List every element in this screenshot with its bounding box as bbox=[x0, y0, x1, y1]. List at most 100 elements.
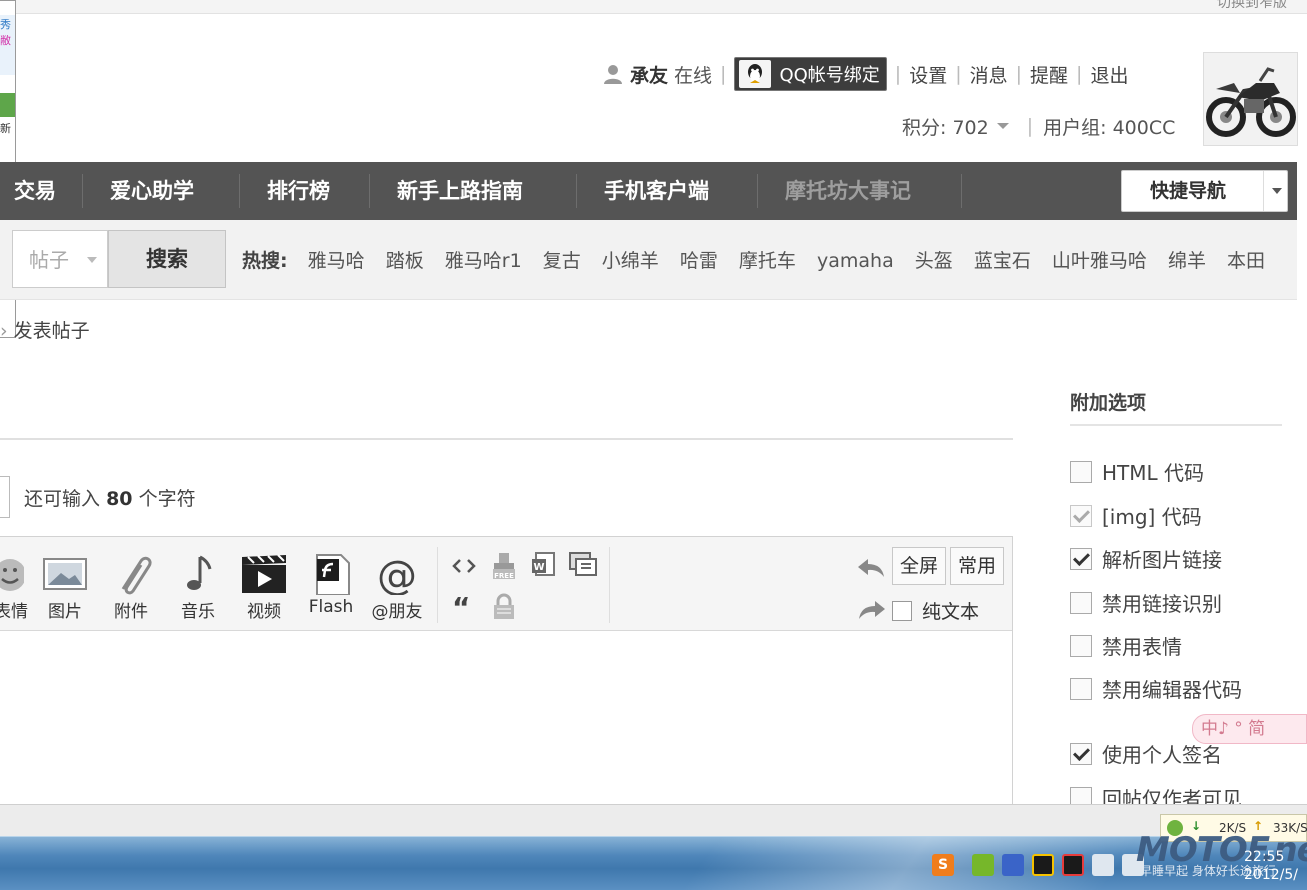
svg-text:FREE: FREE bbox=[494, 572, 514, 580]
option-checkbox[interactable] bbox=[1070, 787, 1092, 804]
hide-icon[interactable] bbox=[491, 593, 517, 619]
option-checkbox[interactable] bbox=[1070, 743, 1092, 765]
redo-icon[interactable] bbox=[857, 597, 885, 623]
option-label: 使用个人签名 bbox=[1102, 743, 1222, 767]
hot-search-item[interactable]: 哈雷 bbox=[680, 250, 718, 272]
hot-search-label: 热搜: bbox=[242, 250, 288, 272]
flash-label: Flash bbox=[308, 597, 354, 617]
common-button[interactable]: 常用 bbox=[950, 547, 1004, 585]
attachment-label: 附件 bbox=[114, 602, 148, 622]
option-label: 解析图片链接 bbox=[1102, 548, 1222, 572]
hot-search-item[interactable]: yamaha bbox=[817, 250, 894, 272]
plaintext-checkbox[interactable] bbox=[892, 601, 912, 621]
nav-item-newbie-guide[interactable]: 新手上路指南 bbox=[397, 162, 523, 220]
chevron-down-icon bbox=[87, 257, 97, 263]
svg-text:@: @ bbox=[377, 553, 417, 595]
option-label: 回帖仅作者可见 bbox=[1102, 787, 1242, 804]
score-dropdown-caret-icon[interactable] bbox=[996, 123, 1009, 129]
word-icon[interactable]: W bbox=[530, 551, 556, 577]
nav-item-events[interactable]: 摩托坊大事记 bbox=[785, 162, 911, 220]
video-button[interactable]: 视频 bbox=[232, 547, 296, 627]
widget-green-block bbox=[0, 93, 15, 117]
breadcrumb: › 发表帖子 bbox=[0, 316, 90, 343]
hot-search-item[interactable]: 摩托车 bbox=[739, 250, 796, 272]
option-checkbox[interactable] bbox=[1070, 548, 1092, 570]
ime-status: 中♪ ° 简 bbox=[1201, 719, 1266, 739]
qq-penguin-icon bbox=[739, 60, 772, 88]
username-link[interactable]: 承友 bbox=[630, 61, 668, 88]
online-status[interactable]: 在线 bbox=[674, 61, 712, 88]
music-button[interactable]: 音乐 bbox=[166, 547, 230, 627]
nav-item-ranking[interactable]: 排行榜 bbox=[267, 162, 330, 220]
option-label: 禁用编辑器代码 bbox=[1102, 678, 1242, 702]
toolbar-divider bbox=[437, 547, 438, 623]
nav-divider bbox=[757, 174, 758, 208]
hot-search-item[interactable]: 雅马哈r1 bbox=[445, 250, 522, 272]
nav-item-mobile-client[interactable]: 手机客户端 bbox=[604, 162, 709, 220]
counter-value: 80 bbox=[106, 488, 133, 510]
qq-tray-icon[interactable] bbox=[1062, 854, 1084, 876]
search-type-select[interactable]: 帖子 bbox=[12, 230, 108, 288]
hot-search-item[interactable]: 踏板 bbox=[386, 250, 424, 272]
pen-tray-icon[interactable] bbox=[1002, 854, 1024, 876]
editor-content-area[interactable] bbox=[0, 632, 1012, 806]
toolbar-divider bbox=[609, 547, 610, 623]
hot-search-item[interactable]: 头盔 bbox=[915, 250, 953, 272]
title-input-underline[interactable] bbox=[0, 438, 1013, 440]
plaintext-label: 纯文本 bbox=[922, 601, 980, 623]
counter-suffix: 个字符 bbox=[138, 488, 196, 510]
flash-button[interactable]: Flash bbox=[299, 547, 363, 627]
code-icon[interactable] bbox=[451, 553, 477, 579]
paste-icon[interactable] bbox=[568, 551, 597, 577]
option-checkbox[interactable] bbox=[1070, 505, 1092, 527]
smiley-label: 表情 bbox=[0, 602, 28, 622]
nav-divider bbox=[576, 174, 577, 208]
reminders-link[interactable]: 提醒 bbox=[1030, 61, 1068, 88]
settings-link[interactable]: 设置 bbox=[909, 61, 947, 88]
mention-button[interactable]: @ @朋友 bbox=[365, 547, 429, 627]
title-input-edge[interactable] bbox=[0, 476, 10, 518]
option-checkbox[interactable] bbox=[1070, 635, 1092, 657]
option-checkbox[interactable] bbox=[1070, 461, 1092, 483]
nav-divider bbox=[369, 174, 370, 208]
ime-toolbar[interactable]: 中♪ ° 简 bbox=[1192, 714, 1307, 744]
widget-text: 敝 bbox=[0, 35, 11, 47]
option-checkbox[interactable] bbox=[1070, 678, 1092, 700]
hot-search-item[interactable]: 小绵羊 bbox=[602, 250, 659, 272]
system-clock[interactable]: 22:55 2012/5/ bbox=[1244, 848, 1298, 884]
plaintext-toggle[interactable]: 纯文本 bbox=[892, 597, 979, 624]
paperclip-icon bbox=[105, 551, 157, 595]
option-label: HTML 代码 bbox=[1102, 461, 1205, 485]
search-button[interactable]: 搜索 bbox=[108, 230, 226, 288]
mention-label: @朋友 bbox=[371, 602, 423, 622]
user-icon bbox=[602, 63, 624, 85]
smiley-icon bbox=[0, 551, 26, 595]
separator: | bbox=[955, 63, 962, 85]
separator: | bbox=[1026, 115, 1034, 137]
nav-item-charity[interactable]: 爱心助学 bbox=[110, 162, 194, 220]
qq-tray-icon[interactable] bbox=[1032, 854, 1054, 876]
quote-icon[interactable]: “ bbox=[452, 594, 478, 622]
nvidia-tray-icon[interactable] bbox=[972, 854, 994, 876]
separator: | bbox=[894, 63, 902, 85]
option-checkbox[interactable] bbox=[1070, 592, 1092, 614]
breadcrumb-current: 发表帖子 bbox=[13, 320, 90, 342]
fullscreen-button[interactable]: 全屏 bbox=[892, 547, 946, 585]
editor-toolbar: 表情 图片 附件 音乐 视频 Flash @ @朋友 FREE W “ 全屏 常… bbox=[0, 537, 1012, 631]
score-value[interactable]: 积分: 702 bbox=[902, 113, 989, 140]
hot-search-item[interactable]: 蓝宝石 bbox=[974, 250, 1031, 272]
nav-item-trade[interactable]: 交易 bbox=[14, 162, 56, 220]
smiley-button[interactable]: 表情 bbox=[0, 547, 30, 627]
sogou-ime-icon[interactable]: S bbox=[932, 854, 954, 876]
messages-link[interactable]: 消息 bbox=[970, 61, 1008, 88]
hot-search-item[interactable]: 雅马哈 bbox=[308, 250, 365, 272]
hot-search-item[interactable]: 复古 bbox=[543, 250, 581, 272]
nav-divider bbox=[239, 174, 240, 208]
attachment-button[interactable]: 附件 bbox=[99, 547, 163, 627]
counter-prefix: 还可输入 bbox=[24, 488, 101, 510]
undo-icon[interactable] bbox=[856, 555, 884, 581]
qq-bind-button[interactable]: QQ帐号绑定 bbox=[734, 57, 887, 91]
free-icon[interactable]: FREE bbox=[491, 551, 517, 580]
volume-icon[interactable] bbox=[1092, 854, 1114, 876]
image-button[interactable]: 图片 bbox=[33, 547, 97, 627]
